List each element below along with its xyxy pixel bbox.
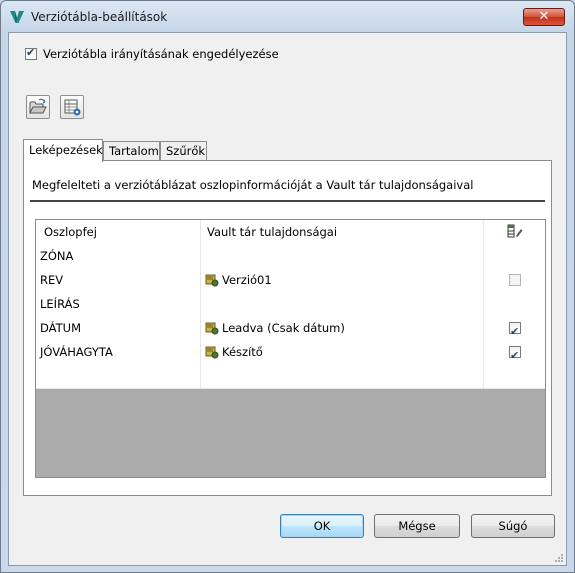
vault-property-label: Verzió01 [222,273,272,287]
open-folder-icon [29,98,47,114]
table-row[interactable]: REV Verzió01 [36,268,545,293]
row-vault-property[interactable]: Leadva (Csak dátum) [201,316,484,340]
mappings-panel: Megfelelteti a verziótáblázat oszlopinfo… [23,160,552,496]
row-checkbox-cell [484,340,545,368]
row-checkbox-cell [484,316,545,344]
enable-revision-table-label[interactable]: Verziótábla irányításának engedélyezése [43,47,279,61]
open-folder-button[interactable] [26,95,50,119]
row-vault-property[interactable] [201,292,484,316]
ok-button[interactable]: OK [280,514,364,538]
vault-property-icon [205,322,219,335]
row-checkbox[interactable] [509,320,521,344]
mapping-grid[interactable]: Oszlopfej Vault tár tulajdonságai ZÓNA R… [35,219,546,478]
table-row[interactable]: LEÍRÁS [36,292,545,317]
tab-content-label: Tartalom [109,144,159,158]
header-column-name[interactable]: Oszlopfej [36,220,201,244]
row-checkbox [509,274,521,286]
grid-header: Oszlopfej Vault tár tulajdonságai [36,220,545,245]
vault-property-icon [205,274,219,287]
row-vault-property[interactable]: Verzió01 [201,268,484,292]
table-row[interactable]: JÓVÁHAGYTA Készítő [36,340,545,368]
close-button[interactable]: ✕ [523,8,565,26]
edit-column-icon [507,224,523,238]
mappings-description: Megfelelteti a verziótáblázat oszlopinfo… [32,178,474,192]
vault-property-label: Készítő [222,345,263,359]
dialog-client-area: Verziótábla irányításának engedélyezése [8,32,567,566]
header-edit-column[interactable] [484,220,545,244]
dialog-window: Verziótábla-beállítások ✕ Verziótábla ir… [0,0,575,573]
table-row-new[interactable] [36,364,545,389]
vault-property-icon [205,346,219,359]
cancel-button[interactable]: Mégse [374,514,460,538]
row-checkbox[interactable] [509,344,521,368]
row-checkbox-cell [484,268,545,292]
header-vault-property[interactable]: Vault tár tulajdonságai [201,220,484,244]
enable-revision-table-checkbox[interactable] [25,46,37,60]
title-bar[interactable]: Verziótábla-beállítások ✕ [1,1,574,33]
row-column-name: DÁTUM [36,316,201,340]
help-button[interactable]: Súgó [471,514,555,538]
table-row[interactable]: ZÓNA [36,244,545,269]
row-checkbox-cell [484,364,545,388]
window-title: Verziótábla-beállítások [31,10,168,24]
row-checkbox-cell [484,292,545,316]
row-column-name: REV [36,268,201,292]
row-column-name: ZÓNA [36,244,201,268]
row-column-name: JÓVÁHAGYTA [36,340,201,364]
tab-mappings[interactable]: Leképezések [23,139,103,162]
table-row[interactable]: DÁTUM Leadva (Csak dátum) [36,316,545,344]
table-settings-button[interactable] [60,95,84,119]
separator-line [30,200,545,202]
row-vault-property[interactable]: Készítő [201,340,484,364]
resize-grip-icon[interactable] [554,553,564,563]
row-vault-property[interactable] [201,364,484,388]
row-checkbox-cell [484,244,545,268]
row-vault-property[interactable] [201,244,484,268]
tab-filters-label: Szűrők [166,144,206,158]
tab-filters[interactable]: Szűrők [160,141,207,161]
row-column-name[interactable] [36,364,201,388]
close-icon: ✕ [538,9,550,24]
vault-property-label: Leadva (Csak dátum) [222,321,345,335]
table-settings-icon [64,99,81,116]
vault-app-icon [10,11,24,23]
tab-content[interactable]: Tartalom [103,141,160,161]
row-column-name: LEÍRÁS [36,292,201,316]
tab-mappings-label: Leképezések [29,143,103,157]
